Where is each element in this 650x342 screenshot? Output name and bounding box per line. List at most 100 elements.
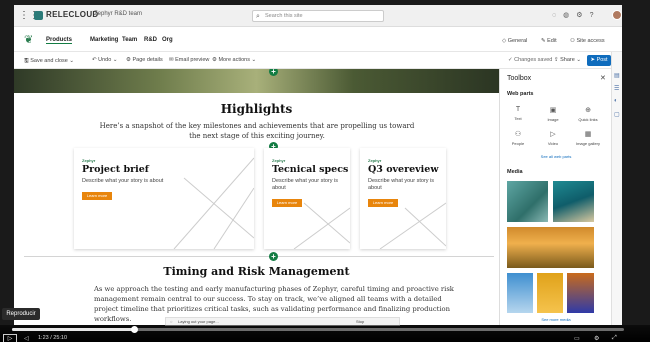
webpart-text[interactable]: T Text: [503, 106, 533, 121]
post-button[interactable]: ➤ Post: [587, 55, 611, 66]
search-placeholder: Search this site: [265, 13, 303, 19]
avatar[interactable]: [612, 10, 622, 20]
card-description: Describe what your story is about: [272, 178, 339, 191]
time-display: 1:23 / 25:10: [38, 335, 68, 341]
webpart-video[interactable]: ▷ Video: [538, 130, 568, 146]
nav-general[interactable]: ◇ General: [502, 38, 527, 44]
nav-site-access[interactable]: ⚇ Site access: [570, 38, 605, 44]
media-thumbnail-coast[interactable]: [552, 180, 595, 223]
learn-more-button[interactable]: Learn more: [82, 192, 112, 200]
webpart-label: Video: [547, 141, 559, 146]
media-thumbnail-abstract[interactable]: [566, 272, 595, 314]
video-icon: ▷: [550, 131, 556, 138]
see-more-media-link[interactable]: See more media: [500, 317, 612, 322]
nav-edit[interactable]: ✎ Edit: [541, 38, 557, 44]
toolbox-rail-icon[interactable]: ▤: [614, 72, 620, 79]
webpart-image[interactable]: ▣ Image: [538, 106, 568, 122]
see-all-web-parts-link[interactable]: See all web parts: [500, 154, 612, 159]
right-rail: ▤ ☰ ◐ ▢: [611, 52, 622, 325]
learn-more-button[interactable]: Learn more: [272, 199, 302, 207]
app-launcher-icon[interactable]: ⋮⋮: [19, 11, 39, 21]
site-logo-icon[interactable]: ❦: [24, 33, 33, 46]
seek-handle[interactable]: [131, 326, 139, 333]
brand-name[interactable]: RELECLOUD: [46, 10, 98, 19]
card-q3-overview[interactable]: Zephyr Q3 overeview Describe what your s…: [360, 148, 446, 249]
more-actions-button[interactable]: ⚙ More actions ⌄: [212, 57, 256, 63]
email-preview-label: Email preview: [175, 57, 210, 63]
learn-more-button[interactable]: Learn more: [368, 199, 398, 207]
share-button[interactable]: ⇪ Share ⌄: [554, 57, 581, 63]
timing-title: Timing and Risk Management: [163, 265, 350, 278]
webpart-label: Image gallery: [575, 141, 600, 146]
add-section-icon[interactable]: +: [269, 252, 278, 261]
card-eyebrow: Zephyr: [272, 158, 286, 163]
page-details-label: Page details: [132, 57, 163, 63]
suite-bar: ⋮⋮ RELECLOUD Zephyr R&D team ⌕ Search th…: [14, 5, 622, 27]
email-preview-button[interactable]: ✉ Email preview: [169, 57, 209, 63]
site-navigation: ❦ Products Marketing Team R&D Org ◇ Gene…: [14, 27, 622, 52]
media-thumbnail-sunset[interactable]: [506, 226, 595, 269]
media-heading: Media: [507, 169, 523, 175]
changes-saved-status: ✓ Changes saved: [508, 57, 553, 63]
undo-label: Undo: [98, 57, 112, 63]
page-details-button[interactable]: ⚙ Page details: [126, 57, 163, 63]
webpart-image-gallery[interactable]: ▦ Image gallery: [573, 130, 603, 146]
volume-icon[interactable]: ◁: [24, 335, 29, 342]
comments-rail-icon[interactable]: ▢: [614, 111, 620, 118]
settings-icon[interactable]: ⚙: [594, 335, 599, 342]
globe-icon: ⊕: [585, 107, 591, 114]
webpart-quick-links[interactable]: ⊕ Quick links: [573, 106, 603, 122]
media-thumbnail-drone[interactable]: [506, 180, 549, 223]
search-icon: ⌕: [256, 13, 260, 20]
nav-item-products[interactable]: Products: [46, 37, 73, 44]
captions-icon[interactable]: ▭: [574, 335, 580, 342]
nav-general-label: General: [507, 38, 528, 44]
play-button[interactable]: ▷: [3, 334, 17, 342]
help-icon[interactable]: ?: [590, 12, 601, 19]
gear-icon[interactable]: ⚙: [576, 12, 589, 19]
suite-actions[interactable]: ◌◍⚙?: [552, 11, 600, 19]
media-thumbnail-yellow[interactable]: [536, 272, 564, 314]
card-technical-specs[interactable]: Zephyr Tecnical specs Describe what your…: [264, 148, 350, 249]
chat-icon[interactable]: ◌: [552, 12, 563, 19]
webpart-label: People: [511, 141, 525, 146]
card-description: Describe what your story is about: [82, 178, 164, 184]
nav-item-team[interactable]: Team: [122, 37, 137, 43]
card-title: Project brief: [82, 164, 149, 175]
card-eyebrow: Zephyr: [368, 158, 382, 163]
card-grid: Zephyr Project brief Describe what your …: [74, 148, 454, 253]
toolbox-panel: Toolbox ✕ Web parts T Text ▣ Image ⊕ Quick …: [499, 69, 611, 325]
nav-item-org[interactable]: Org: [162, 37, 173, 43]
seek-bar[interactable]: [12, 328, 624, 331]
card-project-brief[interactable]: Zephyr Project brief Describe what your …: [74, 148, 254, 249]
nav-item-rnd[interactable]: R&D: [144, 37, 157, 43]
save-close-button[interactable]: 🖫 Save and close ⌄: [24, 57, 74, 66]
search-input[interactable]: ⌕ Search this site: [252, 10, 384, 22]
text-icon: T: [515, 106, 521, 113]
site-breadcrumb[interactable]: Zephyr R&D team: [94, 11, 142, 17]
properties-rail-icon[interactable]: ☰: [614, 85, 619, 92]
highlights-text: Here’s a snapshot of the key milestones …: [99, 122, 415, 140]
megaphone-icon[interactable]: ◍: [563, 12, 576, 19]
post-label: Post: [596, 57, 608, 63]
media-thumbnail-sky[interactable]: [506, 272, 534, 314]
more-actions-label: More actions: [218, 57, 250, 63]
share-label: Share: [560, 57, 575, 63]
design-rail-icon[interactable]: ◐: [614, 98, 618, 104]
toolbox-title: Toolbox: [507, 75, 532, 82]
nav-site-access-label: Site access: [576, 38, 605, 44]
save-close-label: Save and close: [30, 58, 68, 64]
video-frame: ⋮⋮ RELECLOUD Zephyr R&D team ⌕ Search th…: [0, 0, 650, 342]
nav-edit-label: Edit: [547, 38, 557, 44]
nav-item-marketing[interactable]: Marketing: [90, 37, 118, 43]
image-icon: ▣: [549, 107, 557, 114]
fullscreen-icon[interactable]: ⤢: [612, 335, 617, 342]
sharepoint-window: ⋮⋮ RELECLOUD Zephyr R&D team ⌕ Search th…: [14, 5, 622, 325]
command-bar: 🖫 Save and close ⌄ ↶ Undo ⌄ ⚙ Page detai…: [14, 52, 622, 69]
close-icon[interactable]: ✕: [600, 74, 606, 82]
undo-button[interactable]: ↶ Undo ⌄: [92, 57, 117, 63]
seek-bar-progress: [12, 328, 135, 331]
video-player-controls: ▷ ◁ 1:23 / 25:10 ▭ ⚙ ⤢: [0, 325, 650, 342]
web-parts-heading: Web parts: [507, 91, 534, 97]
webpart-people[interactable]: ⚇ People: [503, 130, 533, 146]
